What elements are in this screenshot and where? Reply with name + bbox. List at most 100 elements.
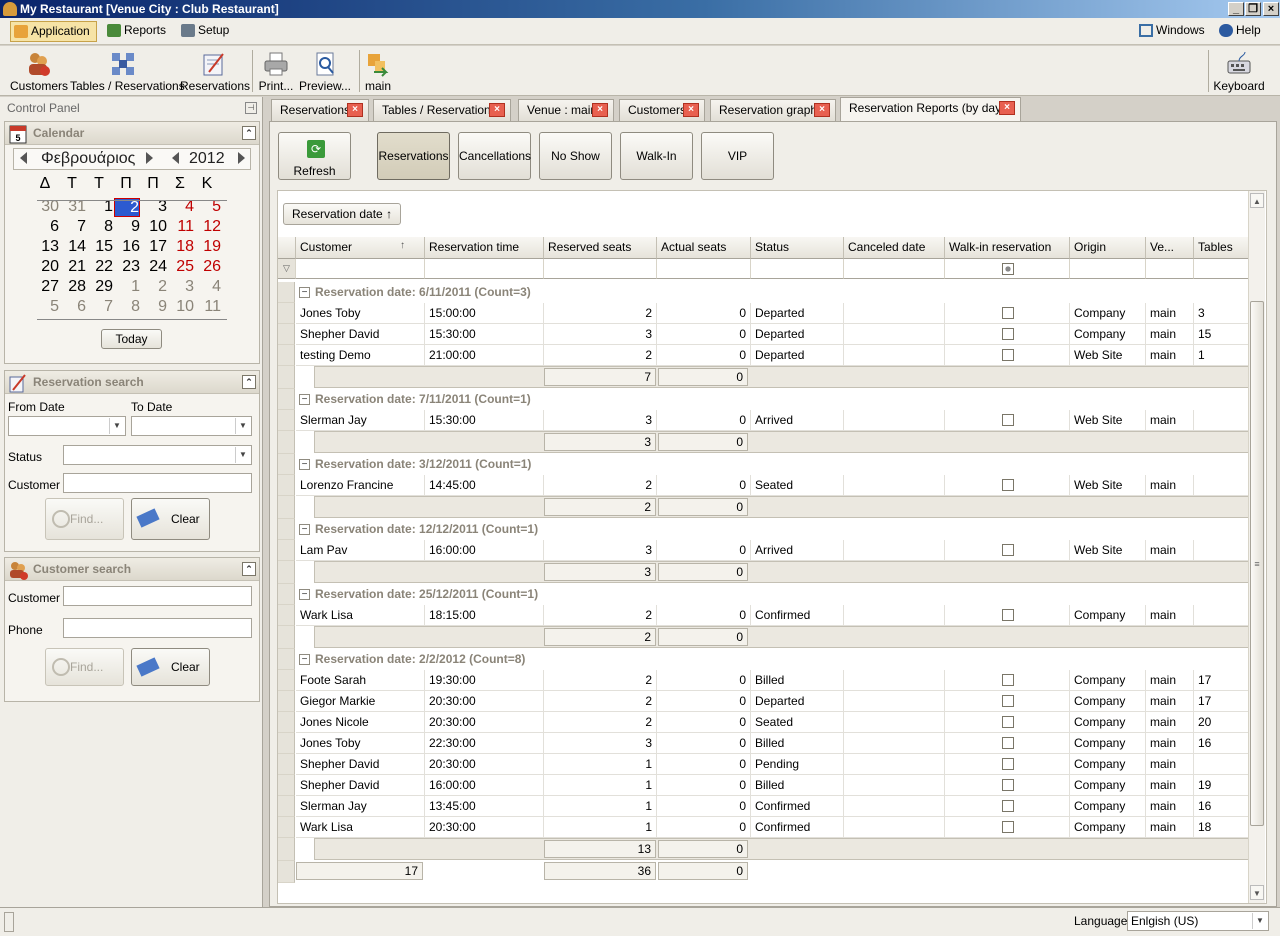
row-selector[interactable] [278, 345, 295, 366]
filter-cell[interactable] [296, 259, 425, 279]
walkin-checkbox[interactable] [1002, 414, 1014, 426]
walkin-checkbox[interactable] [1002, 328, 1014, 340]
close-window-button[interactable]: × [1263, 2, 1279, 16]
walkin-checkbox[interactable] [1002, 307, 1014, 319]
calendar-day[interactable]: 26 [195, 258, 221, 276]
walkin-checkbox[interactable] [1002, 758, 1014, 770]
calendar-day[interactable]: 18 [168, 238, 194, 256]
column-header[interactable]: Actual seats [657, 237, 751, 259]
collapse-group-icon[interactable]: − [299, 394, 310, 405]
pin-icon[interactable]: ⊣ [245, 102, 257, 114]
row-selector[interactable] [278, 817, 295, 838]
collapse-group-icon[interactable]: − [299, 287, 310, 298]
next-month-icon[interactable] [146, 152, 153, 164]
row-selector[interactable] [278, 691, 295, 712]
walkin-checkbox[interactable] [1002, 821, 1014, 833]
from-date-input[interactable]: ▼ [8, 416, 126, 436]
walkin-filter-button[interactable]: Walk-In [620, 132, 693, 180]
filter-cell[interactable] [751, 259, 844, 279]
column-header[interactable]: Origin [1070, 237, 1146, 259]
close-icon[interactable]: × [489, 103, 505, 117]
walkin-checkbox[interactable] [1002, 609, 1014, 621]
row-selector[interactable] [278, 410, 295, 431]
close-icon[interactable]: × [814, 103, 830, 117]
calendar-day[interactable]: 10 [141, 218, 167, 236]
filter-cell[interactable] [657, 259, 751, 279]
collapse-icon[interactable]: ⌃ [242, 126, 256, 140]
row-selector[interactable] [278, 712, 295, 733]
calendar-day[interactable]: 14 [60, 238, 86, 256]
chevron-down-icon[interactable]: ▼ [235, 418, 250, 434]
walkin-filter-checkbox[interactable] [1002, 263, 1014, 275]
column-header[interactable]: Reserved seats [544, 237, 657, 259]
calendar-day[interactable]: 22 [87, 258, 113, 276]
find-reservation-button[interactable]: Find... [45, 498, 124, 540]
next-year-icon[interactable] [238, 152, 245, 164]
calendar-day[interactable]: 23 [114, 258, 140, 276]
row-selector[interactable] [278, 540, 295, 561]
calendar-day[interactable]: 29 [87, 278, 113, 296]
calendar-day[interactable]: 4 [195, 278, 221, 296]
refresh-button[interactable]: ⟳ Refresh [278, 132, 351, 180]
menu-setup[interactable]: Setup [178, 21, 234, 42]
tab-tables-reservations[interactable]: Tables / Reservations × [373, 99, 511, 121]
filter-cell[interactable] [544, 259, 657, 279]
preview-toolbar-button[interactable]: Preview... [299, 46, 351, 96]
walkin-checkbox[interactable] [1002, 479, 1014, 491]
close-icon[interactable]: × [999, 101, 1015, 115]
column-header[interactable]: Walk-in reservation [945, 237, 1070, 259]
walkin-checkbox[interactable] [1002, 695, 1014, 707]
column-header[interactable]: Tables [1194, 237, 1251, 259]
restore-button[interactable]: ❐ [1245, 2, 1261, 16]
menu-windows[interactable]: Windows [1136, 21, 1206, 42]
find-customer-button[interactable]: Find... [45, 648, 124, 686]
scroll-down-icon[interactable]: ▼ [1250, 885, 1264, 900]
reservations-filter-button[interactable]: Reservations [377, 132, 450, 180]
calendar-day[interactable]: 8 [114, 298, 140, 316]
calendar-day[interactable]: 2 [141, 278, 167, 296]
calendar-day[interactable]: 28 [60, 278, 86, 296]
calendar-day[interactable]: 17 [141, 238, 167, 256]
walkin-checkbox[interactable] [1002, 544, 1014, 556]
collapse-icon[interactable]: ⌃ [242, 562, 256, 576]
calendar-day[interactable]: 11 [195, 298, 221, 316]
calendar-day[interactable]: 9 [141, 298, 167, 316]
row-selector[interactable] [278, 733, 295, 754]
calendar-day[interactable]: 13 [33, 238, 59, 256]
column-header[interactable]: Status [751, 237, 844, 259]
reservations-toolbar-button[interactable]: Reservations [180, 46, 250, 96]
scroll-up-icon[interactable]: ▲ [1250, 193, 1264, 208]
tab-reservations[interactable]: Reservations × [271, 99, 369, 121]
filter-icon[interactable]: ▽ [278, 259, 296, 279]
group-header[interactable]: − Reservation date: 25/12/2011 (Count=1) [296, 584, 1246, 605]
tables-toolbar-button[interactable]: Tables / Reservations [70, 46, 185, 96]
calendar-day[interactable]: 21 [60, 258, 86, 276]
collapse-group-icon[interactable]: − [299, 524, 310, 535]
menu-reports[interactable]: Reports [104, 21, 168, 42]
calendar-day[interactable]: 24 [141, 258, 167, 276]
calendar-day[interactable]: 6 [33, 218, 59, 236]
row-selector[interactable] [278, 775, 295, 796]
walkin-checkbox[interactable] [1002, 349, 1014, 361]
chevron-down-icon[interactable]: ▼ [109, 418, 124, 434]
walkin-checkbox[interactable] [1002, 674, 1014, 686]
walkin-checkbox[interactable] [1002, 779, 1014, 791]
row-selector[interactable] [278, 796, 295, 817]
status-select[interactable]: ▼ [63, 445, 252, 465]
today-button[interactable]: Today [101, 329, 162, 349]
calendar-day[interactable]: 16 [114, 238, 140, 256]
row-selector[interactable] [278, 303, 295, 324]
tab-customers[interactable]: Customers × [619, 99, 705, 121]
customers-toolbar-button[interactable]: Customers [10, 46, 68, 96]
calendar-day[interactable]: 12 [195, 218, 221, 236]
phone-input[interactable] [63, 618, 252, 638]
prev-year-icon[interactable] [172, 152, 179, 164]
menu-application[interactable]: Application [10, 21, 97, 42]
calendar-day[interactable]: 3 [168, 278, 194, 296]
row-selector[interactable] [278, 324, 295, 345]
group-header[interactable]: − Reservation date: 12/12/2011 (Count=1) [296, 519, 1246, 540]
close-icon[interactable]: × [683, 103, 699, 117]
calendar-day[interactable]: 10 [168, 298, 194, 316]
calendar-day[interactable]: 8 [87, 218, 113, 236]
keyboard-toolbar-button[interactable]: Keyboard [1212, 46, 1266, 96]
